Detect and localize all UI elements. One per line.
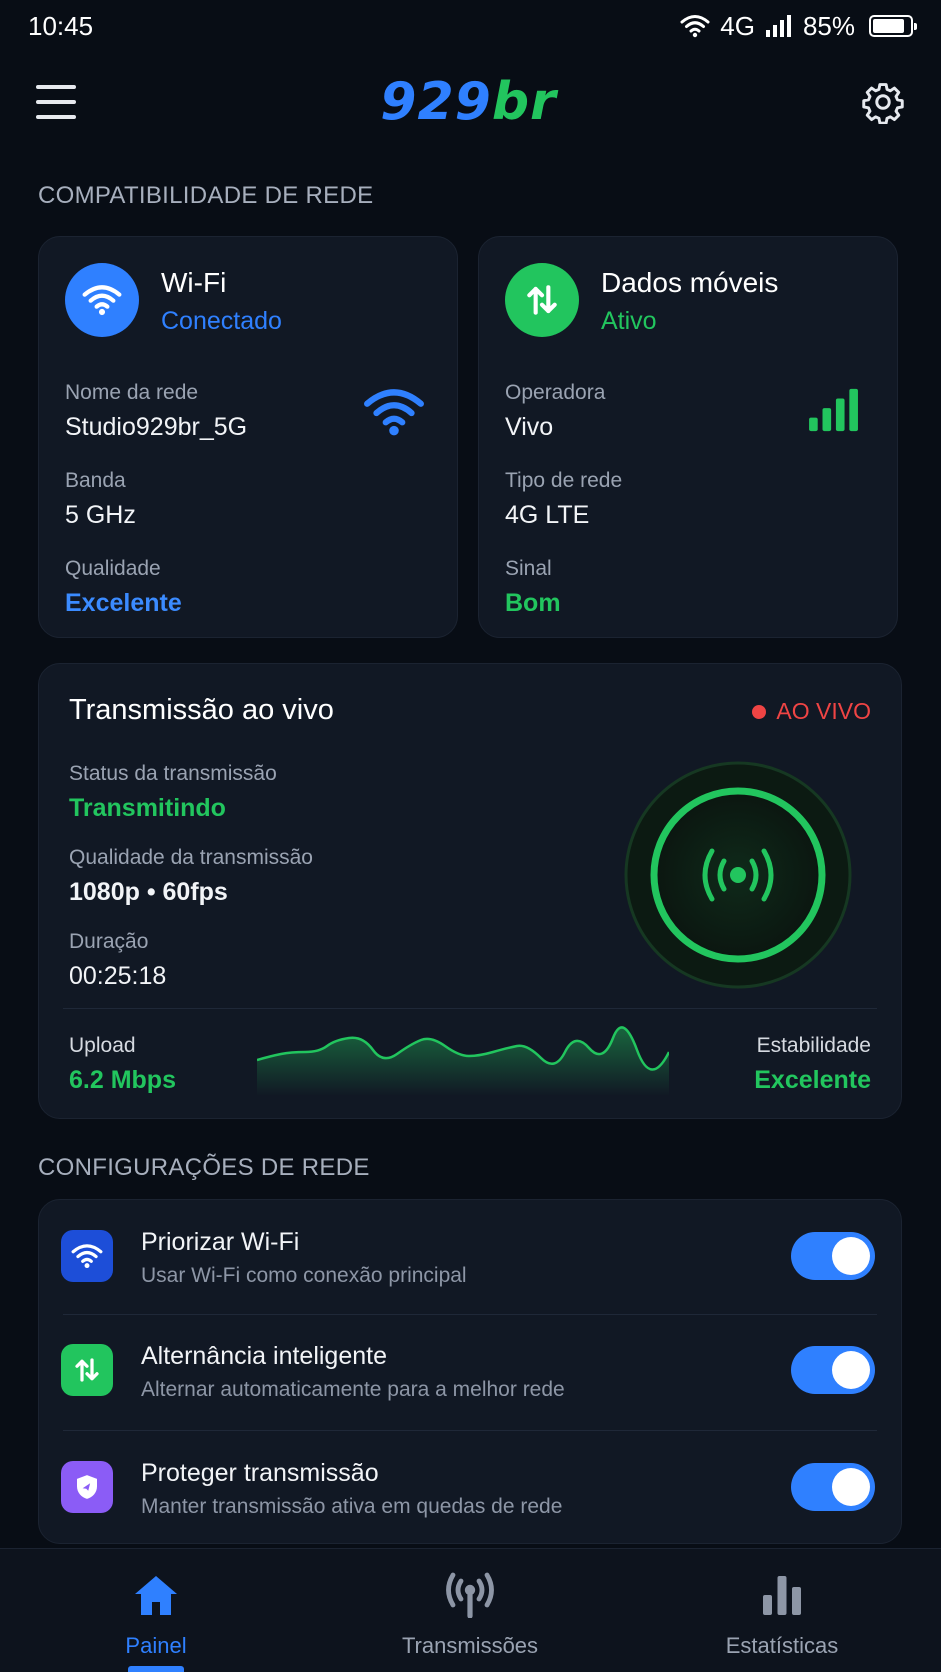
- nav-item-painel[interactable]: Painel: [46, 1569, 266, 1659]
- swap-arrows-icon: [61, 1344, 113, 1396]
- mobile-operator-label: Operadora: [505, 381, 606, 404]
- live-status-value: Transmitindo: [69, 794, 226, 822]
- menu-icon-line: [36, 115, 76, 119]
- setting-row-prioritize-wifi[interactable]: Priorizar Wi-Fi Usar Wi-Fi como conexão …: [39, 1200, 903, 1314]
- setting-desc: Usar Wi-Fi como conexão principal: [141, 1264, 467, 1287]
- live-badge: AO VIVO: [752, 698, 871, 725]
- app-header: 929br: [0, 62, 941, 142]
- network-type: 4G: [720, 10, 755, 41]
- setting-title: Priorizar Wi-Fi: [141, 1228, 300, 1256]
- protect-broadcast-toggle[interactable]: [791, 1463, 875, 1511]
- battery-percent: 85%: [802, 10, 855, 41]
- nav-label: Painel: [125, 1633, 187, 1658]
- wifi-state: Conectado: [161, 307, 282, 335]
- prioritize-wifi-toggle[interactable]: [791, 1232, 875, 1280]
- wifi-quality-label: Qualidade: [65, 557, 161, 580]
- wifi-status-icon: [680, 15, 710, 38]
- setting-title: Alternância inteligente: [141, 1342, 387, 1370]
- cellular-signal-bars-icon: [809, 388, 858, 432]
- live-duration-label: Duração: [69, 930, 149, 953]
- battery-fill: [873, 19, 904, 33]
- mobile-state: Ativo: [601, 307, 657, 335]
- logo-part-1: 929: [380, 72, 492, 132]
- mobile-title: Dados móveis: [601, 267, 779, 298]
- live-status-label: Status da transmissão: [69, 762, 277, 785]
- cellular-signal-icon: [765, 15, 791, 37]
- setting-row-protect-broadcast[interactable]: Proteger transmissão Manter transmissão …: [39, 1431, 903, 1545]
- nav-item-estatisticas[interactable]: Estatísticas: [672, 1569, 892, 1659]
- toggle-knob: [832, 1237, 870, 1275]
- setting-title: Proteger transmissão: [141, 1459, 379, 1487]
- shield-icon: [61, 1461, 113, 1513]
- status-bar: 10:45 4G 85%: [0, 0, 941, 52]
- wifi-network-label: Nome da rede: [65, 381, 199, 404]
- mobile-operator-value: Vivo: [505, 413, 554, 441]
- broadcast-icon: [446, 1572, 494, 1618]
- mobile-type-label: Tipo de rede: [505, 469, 623, 492]
- mobile-type-value: 4G LTE: [505, 501, 590, 529]
- network-settings-card: Priorizar Wi-Fi Usar Wi-Fi como conexão …: [38, 1199, 902, 1544]
- menu-icon-line: [36, 100, 76, 104]
- home-icon: [135, 1576, 177, 1615]
- wifi-band-value: 5 GHz: [65, 501, 136, 529]
- section-title-compat: COMPATIBILIDADE DE REDE: [38, 182, 374, 209]
- stability-value: Excelente: [754, 1066, 871, 1094]
- upload-value: 6.2 Mbps: [69, 1066, 176, 1094]
- bar-chart-icon: [763, 1576, 801, 1615]
- wifi-quality-value: Excelente: [65, 589, 182, 617]
- menu-button[interactable]: [36, 85, 76, 119]
- active-tab-indicator: [128, 1666, 184, 1672]
- nav-item-transmissoes[interactable]: Transmissões: [360, 1569, 580, 1659]
- swap-arrows-icon: [505, 263, 579, 337]
- logo-part-2: br: [491, 72, 557, 132]
- stability-label: Estabilidade: [756, 1034, 871, 1057]
- wifi-icon: [65, 263, 139, 337]
- wifi-icon: [61, 1230, 113, 1282]
- wifi-signal-icon: [364, 389, 424, 436]
- setting-row-smart-switch[interactable]: Alternância inteligente Alternar automat…: [39, 1314, 903, 1428]
- app-logo: 929br: [380, 72, 556, 132]
- wifi-network-value: Studio929br_5G: [65, 413, 248, 441]
- wifi-band-label: Banda: [65, 469, 126, 492]
- live-dot-icon: [752, 704, 767, 719]
- status-indicators: 4G 85%: [680, 10, 917, 42]
- live-quality-label: Qualidade da transmissão: [69, 846, 313, 869]
- live-divider: [63, 1008, 877, 1009]
- nav-label: Estatísticas: [725, 1633, 839, 1658]
- live-broadcast-card[interactable]: Transmissão ao vivo AO VIVO Status da tr…: [38, 663, 902, 1119]
- gear-icon[interactable]: [861, 80, 905, 124]
- bottom-nav: Painel Transmissões Estatísticas: [0, 1548, 941, 1672]
- section-title-settings: CONFIGURAÇÕES DE REDE: [38, 1154, 370, 1181]
- setting-desc: Alternar automaticamente para a melhor r…: [141, 1378, 565, 1401]
- setting-desc: Manter transmissão ativa em quedas de re…: [141, 1495, 563, 1518]
- toggle-knob: [832, 1351, 870, 1389]
- live-badge-label: AO VIVO: [776, 698, 871, 724]
- nav-label: Transmissões: [401, 1633, 539, 1658]
- mobile-signal-label: Sinal: [505, 557, 552, 580]
- toggle-knob: [832, 1468, 870, 1506]
- live-quality-value: 1080p • 60fps: [69, 878, 228, 906]
- menu-icon-line: [36, 85, 76, 89]
- smart-switch-toggle[interactable]: [791, 1346, 875, 1394]
- wifi-card[interactable]: Wi-Fi Conectado Nome da rede Studio929br…: [38, 236, 458, 638]
- mobile-signal-value: Bom: [505, 589, 561, 617]
- status-time: 10:45: [28, 10, 94, 41]
- wifi-title: Wi-Fi: [161, 267, 227, 298]
- live-title: Transmissão ao vivo: [69, 694, 334, 726]
- broadcast-button-icon[interactable]: [623, 760, 853, 990]
- mobile-data-card[interactable]: Dados móveis Ativo Operadora Vivo Tipo d…: [478, 236, 898, 638]
- live-duration-value: 00:25:18: [69, 962, 167, 990]
- upload-label: Upload: [69, 1034, 136, 1057]
- upload-waveform: [257, 1026, 669, 1096]
- battery-icon: [869, 15, 917, 37]
